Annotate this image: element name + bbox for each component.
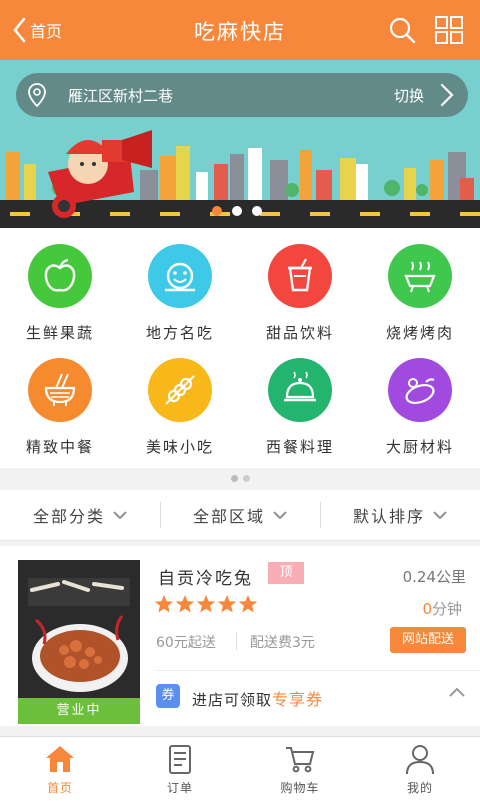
search-icon[interactable] <box>386 14 418 46</box>
delivery-minutes-unit: 分钟 <box>431 600 462 618</box>
carousel-dot[interactable] <box>252 206 262 216</box>
delivery-fee: 配送费3元 <box>250 635 315 651</box>
category-label: 生鲜果蔬 <box>25 324 94 342</box>
category-grid: 生鲜果蔬 地方名吃 甜品饮料 烧烤烤肉 精致中餐 美味小吃 西餐料理 大厨材料 <box>0 228 480 468</box>
smiley-icon <box>165 262 195 292</box>
category-label: 地方名吃 <box>145 324 214 342</box>
filter-sort[interactable]: 默认排序 <box>320 490 480 540</box>
star-icon <box>154 595 174 613</box>
min-order: 60元起送 <box>156 635 216 651</box>
food-photo <box>18 560 140 698</box>
chevron-down-icon <box>113 511 127 519</box>
filter-bar: 全部分类 全部区域 默认排序 <box>0 490 480 541</box>
category-item-western-food[interactable]: 西餐料理 <box>240 358 360 457</box>
home-icon <box>46 746 74 772</box>
shop-distance: 0.24公里 <box>402 568 466 586</box>
carousel-dot[interactable] <box>232 206 242 216</box>
grid-menu-icon[interactable] <box>433 14 465 46</box>
category-icon-circle <box>388 244 452 308</box>
apple-icon <box>44 258 76 292</box>
carousel-dot[interactable] <box>212 206 222 216</box>
grill-icon <box>404 261 436 293</box>
category-icon-circle <box>388 358 452 422</box>
delivery-time: 0分钟 <box>422 598 462 619</box>
coupon-prefix: 进店可领取 <box>192 691 273 709</box>
star-icon <box>175 595 195 613</box>
category-icon-circle <box>148 244 212 308</box>
tab-orders[interactable]: 订单 <box>120 737 240 801</box>
delivery-minutes: 0 <box>422 600 432 618</box>
skewer-icon <box>165 375 195 405</box>
tab-label: 订单 <box>166 781 193 795</box>
location-bar[interactable]: 雁江区新村二巷 切换 <box>16 73 468 117</box>
star-icon <box>196 595 216 613</box>
category-item-small-eats[interactable]: 美味小吃 <box>120 358 240 457</box>
rating-stars <box>154 594 258 614</box>
shopping-cart-icon <box>286 747 315 773</box>
category-item-chef-ingredients[interactable]: 大厨材料 <box>360 358 480 457</box>
carousel-dots <box>212 206 262 216</box>
category-icon-circle <box>268 358 332 422</box>
star-icon <box>238 595 258 613</box>
tab-label: 首页 <box>46 781 73 795</box>
coupon-icon: 券 <box>156 684 180 708</box>
category-label: 西餐料理 <box>265 438 334 456</box>
chevron-up-icon[interactable] <box>448 686 466 698</box>
eggplant-icon <box>405 378 435 405</box>
shop-name[interactable]: 自贡冷吃兔 <box>158 564 253 589</box>
tab-label: 购物车 <box>280 781 320 795</box>
filter-category[interactable]: 全部分类 <box>0 490 160 540</box>
top-tag: 顶 <box>268 562 304 584</box>
category-icon-circle <box>28 244 92 308</box>
divider <box>156 670 480 671</box>
category-item-local-snacks[interactable]: 地方名吃 <box>120 244 240 343</box>
coupon-promo[interactable]: 进店可领取专享券 <box>192 686 323 710</box>
noodle-bowl-icon <box>44 373 76 406</box>
chevron-right-icon <box>440 83 454 107</box>
filter-label: 全部分类 <box>32 507 105 526</box>
top-nav-bar: 首页 吃麻快店 <box>0 0 480 60</box>
star-icon <box>217 595 237 613</box>
bottom-tab-bar: 首页 订单 购物车 我的 <box>0 736 480 801</box>
chevron-down-icon <box>273 511 287 519</box>
user-icon <box>406 745 434 775</box>
category-icon-circle <box>28 358 92 422</box>
filter-label: 默认排序 <box>352 507 425 526</box>
category-label: 大厨材料 <box>385 438 454 456</box>
category-label: 甜品饮料 <box>265 324 334 342</box>
tab-cart[interactable]: 购物车 <box>240 737 360 801</box>
tab-home[interactable]: 首页 <box>0 737 120 801</box>
delivery-type-badge: 网站配送 <box>390 627 466 653</box>
filter-area[interactable]: 全部区域 <box>160 490 320 540</box>
shop-card[interactable]: 营业中 自贡冷吃兔 顶 0.24公里 0分钟 60元起送 配送费3元 网站配送 … <box>0 546 480 726</box>
filter-label: 全部区域 <box>192 507 265 526</box>
pager-dot[interactable] <box>231 475 238 482</box>
divider <box>236 632 237 650</box>
cloche-icon <box>284 371 316 402</box>
location-pin-icon <box>28 83 46 107</box>
category-item-chinese-food[interactable]: 精致中餐 <box>0 358 120 457</box>
category-item-desserts-drinks[interactable]: 甜品饮料 <box>240 244 360 343</box>
category-pager <box>0 468 480 490</box>
shop-thumbnail[interactable]: 营业中 <box>18 560 140 724</box>
promo-banner[interactable]: 雁江区新村二巷 切换 <box>0 60 480 228</box>
category-icon-circle <box>148 358 212 422</box>
current-address: 雁江区新村二巷 <box>68 87 174 105</box>
category-label: 精致中餐 <box>25 438 94 456</box>
cup-icon <box>288 258 312 292</box>
category-label: 烧烤烤肉 <box>385 324 454 342</box>
category-item-fresh-produce[interactable]: 生鲜果蔬 <box>0 244 120 343</box>
category-label: 美味小吃 <box>145 438 214 456</box>
pager-dot[interactable] <box>243 475 250 482</box>
tab-profile[interactable]: 我的 <box>360 737 480 801</box>
tab-label: 我的 <box>406 781 433 795</box>
chevron-down-icon <box>433 511 447 519</box>
shop-status-badge: 营业中 <box>18 698 140 724</box>
order-list-icon <box>169 745 191 774</box>
category-icon-circle <box>268 244 332 308</box>
coupon-highlight: 专享券 <box>272 690 324 709</box>
category-item-bbq[interactable]: 烧烤烤肉 <box>360 244 480 343</box>
switch-location-label: 切换 <box>393 87 424 105</box>
